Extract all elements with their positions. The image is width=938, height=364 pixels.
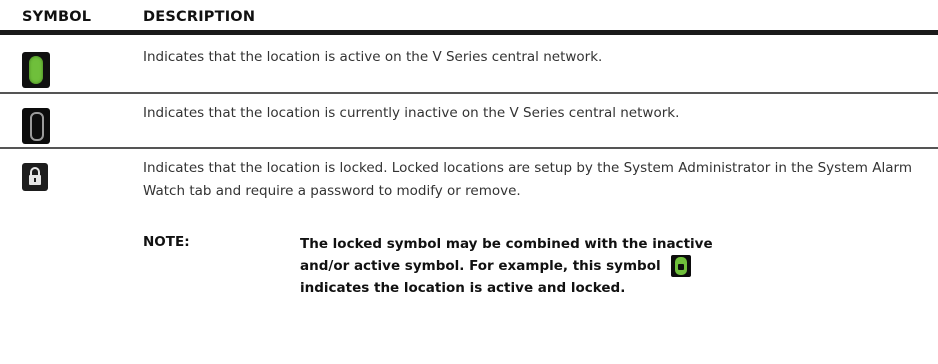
inactive-location-icon [22, 108, 50, 144]
note-text-after: indicates the location is active and loc… [300, 280, 626, 296]
symbol-column-header: SYMBOL [22, 9, 92, 25]
header-rule [0, 30, 938, 35]
row-description: Indicates that the location is active on… [143, 49, 603, 65]
note-text: The locked symbol may be combined with t… [300, 233, 720, 299]
row-description: Indicates that the location is currently… [143, 105, 680, 121]
table-row: Indicates that the location is locked. L… [0, 149, 938, 364]
description-column-header: DESCRIPTION [143, 9, 256, 25]
table-header: SYMBOL DESCRIPTION [0, 9, 938, 31]
active-locked-icon [671, 255, 692, 277]
table-row: Indicates that the location is active on… [0, 36, 938, 92]
row-description: Indicates that the location is locked. L… [143, 160, 912, 199]
locked-location-icon [22, 163, 48, 191]
note-text-before: The locked symbol may be combined with t… [300, 236, 713, 274]
table-row: Indicates that the location is currently… [0, 94, 938, 146]
lock-icon [29, 167, 41, 185]
note-label: NOTE: [143, 234, 190, 250]
active-location-icon [22, 52, 50, 88]
